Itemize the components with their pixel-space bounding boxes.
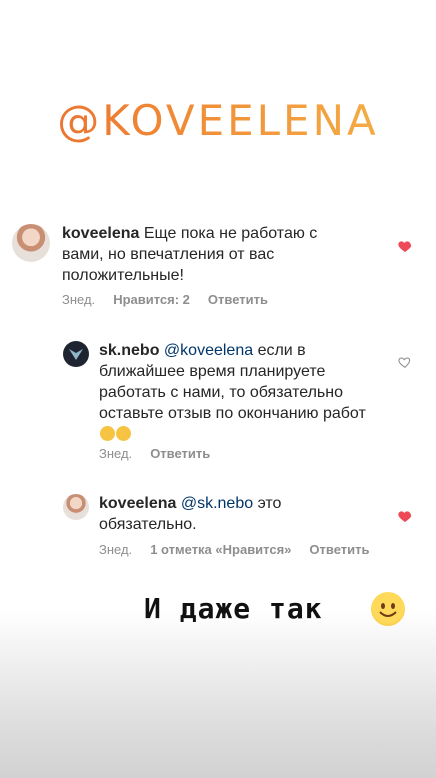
mention-link[interactable]: @koveelena [164, 342, 253, 359]
avatar[interactable] [63, 341, 89, 367]
likes-count[interactable]: Нравится: 2 [113, 292, 190, 307]
heart-icon[interactable] [397, 238, 413, 254]
relieved-emoji-icon [100, 426, 115, 441]
heart-icon[interactable] [397, 508, 413, 524]
brand-title: @KOVEELENA [0, 96, 436, 145]
comment-username[interactable]: koveelena [62, 225, 139, 242]
comment-time: Знед. [62, 292, 96, 307]
comment-time: Знед. [99, 542, 133, 557]
comment-username[interactable]: sk.nebo [99, 342, 159, 359]
comment-text: sk.nebo @koveelena если в ближайшее врем… [99, 340, 369, 445]
comment-meta: Знед. Нравится: 2 Ответить [62, 292, 286, 307]
comment-text: koveelena Еще пока не работаю с вами, но… [62, 223, 362, 286]
comment-time: Знед. [99, 446, 133, 461]
smiling-emoji-icon [371, 592, 405, 626]
avatar[interactable] [63, 494, 89, 520]
avatar[interactable] [12, 224, 50, 262]
comment-text: koveelena @sk.nebo это обязательно. [99, 493, 369, 535]
comment-meta: Знед. 1 отметка «Нравится» Ответить [99, 542, 388, 557]
reply-button[interactable]: Ответить [208, 292, 268, 307]
comment-meta: Знед. Ответить [99, 446, 228, 461]
logo-icon [69, 349, 83, 360]
reply-button[interactable]: Ответить [150, 446, 210, 461]
story-caption: И даже так [144, 592, 323, 625]
wink-emoji-icon [116, 426, 131, 441]
comment-username[interactable]: koveelena [99, 495, 176, 512]
heart-outline-icon[interactable] [397, 354, 413, 370]
mention-link[interactable]: @sk.nebo [181, 495, 253, 512]
likes-count[interactable]: 1 отметка «Нравится» [150, 542, 291, 557]
reply-button[interactable]: Ответить [309, 542, 369, 557]
